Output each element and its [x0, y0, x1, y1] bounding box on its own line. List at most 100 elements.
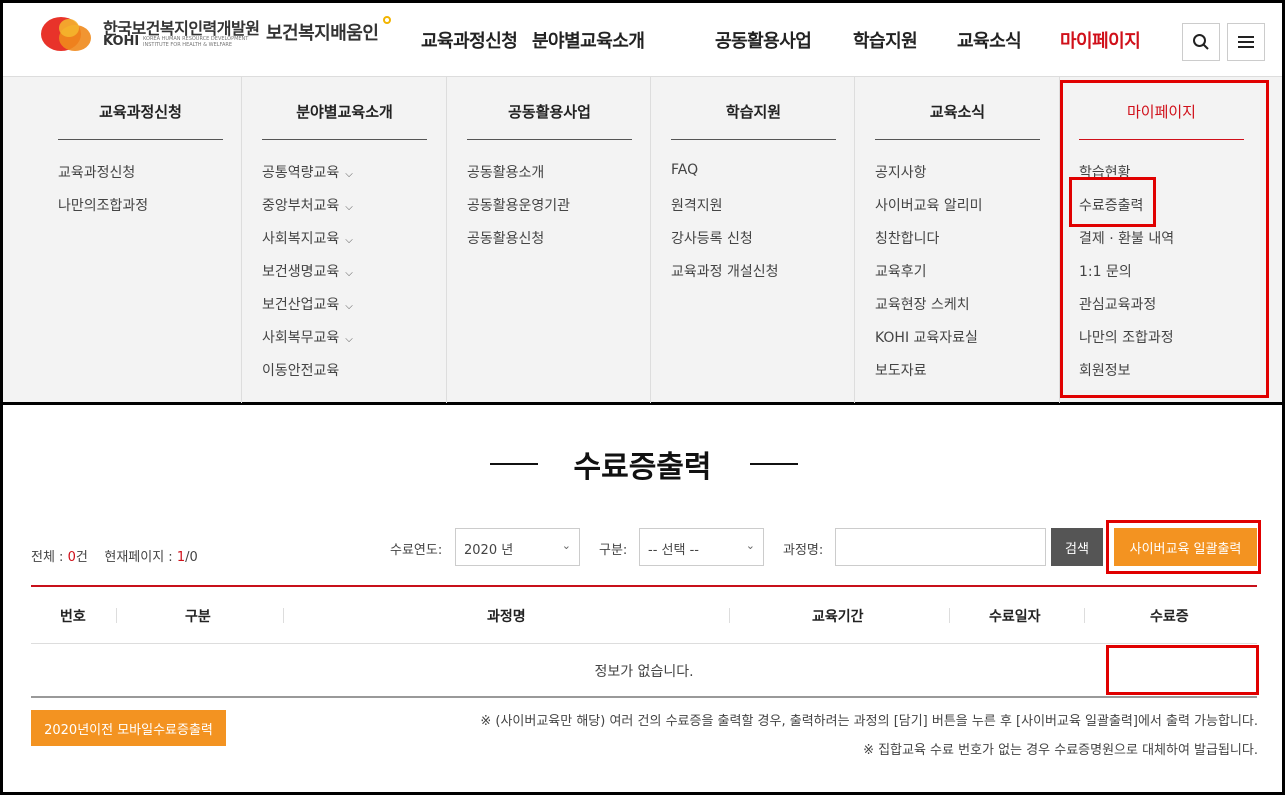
menu-item[interactable]: 나만의 조합과정 — [1079, 327, 1174, 347]
nav-mypage[interactable]: 마이페이지 — [1060, 27, 1141, 53]
menu-item[interactable]: 관심교육과정 — [1079, 294, 1156, 314]
summary-page-label: 현재페이지 : — [104, 550, 177, 565]
menu-item[interactable]: 공동활용신청 — [467, 228, 544, 248]
menu-item[interactable]: 칭찬합니다 — [875, 228, 939, 248]
search-icon — [1193, 34, 1209, 50]
menu-item-label: 중앙부처교육 — [262, 198, 340, 214]
menu-item[interactable]: 강사등록 신청 — [671, 228, 753, 248]
menu-column-course-apply: 교육과정신청 교육과정신청 나만의조합과정 — [3, 77, 242, 403]
menu-column-title[interactable]: 공동활용사업 — [467, 101, 632, 122]
menu-button[interactable] — [1227, 23, 1265, 61]
menu-item[interactable]: 학습현황 — [1079, 162, 1131, 182]
menu-column-title[interactable]: 학습지원 — [671, 101, 836, 122]
year-filter-label: 수료연도: — [390, 543, 443, 558]
summary-page-total: /0 — [185, 550, 198, 565]
nav-field-intro[interactable]: 분야별교육소개 — [532, 27, 645, 53]
menu-item[interactable]: 교육현장 스케치 — [875, 294, 970, 314]
table-header-number: 번호 — [60, 609, 86, 625]
menu-item[interactable]: 보도자료 — [875, 360, 927, 380]
menu-item[interactable]: 보건산업교육 ⌵ — [262, 294, 353, 314]
menu-item-label: 사회복무교육 — [262, 330, 340, 346]
menu-item[interactable]: 공동활용운영기관 — [467, 195, 570, 215]
title-line-right — [750, 463, 798, 465]
type-select-value: -- 선택 -- — [648, 543, 699, 558]
brand-dot-icon — [383, 16, 391, 24]
summary-total-label: 전체 : — [31, 550, 68, 565]
result-summary: 전체 : 0건 현재페이지 : 1/0 — [31, 546, 198, 565]
menu-item-certificate-print[interactable]: 수료증출력 — [1079, 195, 1143, 215]
menu-item[interactable]: 보건생명교육 ⌵ — [262, 261, 353, 281]
search-submit-button[interactable]: 검색 — [1051, 528, 1103, 566]
org-name-sub: KOREA HUMAN RESOURCE DEVELOPMENT INSTITU… — [143, 36, 249, 48]
menu-item[interactable]: FAQ — [671, 162, 698, 178]
bulk-print-button[interactable]: 사이버교육 일괄출력 — [1114, 528, 1257, 566]
chevron-down-icon: ⌵ — [345, 169, 353, 180]
menu-column-divider — [1079, 139, 1244, 140]
menu-item[interactable]: 결제 · 환불 내역 — [1079, 228, 1174, 248]
nav-joint-use[interactable]: 공동활용사업 — [715, 27, 812, 53]
brand-name[interactable]: 보건복지배움인 — [266, 19, 379, 45]
chevron-down-icon: ⌄ — [561, 539, 571, 552]
menu-item[interactable]: 회원정보 — [1079, 360, 1131, 380]
menu-column-divider — [467, 139, 632, 140]
menu-item[interactable]: 공지사항 — [875, 162, 927, 182]
summary-page-current: 1 — [176, 550, 186, 565]
nav-education-news[interactable]: 교육소식 — [957, 27, 1022, 53]
course-name-label: 과정명: — [783, 543, 824, 558]
summary-total-unit: 건 — [75, 550, 88, 565]
menu-column-mypage: 마이페이지 학습현황 수료증출력 결제 · 환불 내역 1:1 문의 관심교육과… — [1060, 77, 1282, 403]
nav-learning-support[interactable]: 학습지원 — [853, 27, 918, 53]
table-header-completion-date: 수료일자 — [989, 609, 1041, 625]
table-header-type: 구분 — [185, 609, 211, 625]
menu-column-field-intro: 분야별교육소개 공통역량교육 ⌵ 중앙부처교육 ⌵ 사회복지교육 ⌵ 보건생명교육 ⌵ … — [242, 77, 447, 403]
menu-column-divider — [875, 139, 1040, 140]
menu-column-learning-support: 학습지원 FAQ 원격지원 강사등록 신청 교육과정 개설신청 — [651, 77, 855, 403]
menu-item[interactable]: 공동활용소개 — [467, 162, 544, 182]
header-separator — [116, 608, 117, 623]
year-select[interactable]: 2020 년 ⌄ — [455, 528, 580, 566]
menu-column-title[interactable]: 마이페이지 — [1079, 101, 1244, 122]
menu-item[interactable]: 원격지원 — [671, 195, 723, 215]
note-offline-certificate: ※ 집합교육 수료 번호가 없는 경우 수료증명원으로 대체하여 발급됩니다. — [863, 743, 1258, 758]
chevron-down-icon: ⌵ — [345, 235, 353, 246]
menu-column-title[interactable]: 교육소식 — [875, 101, 1040, 122]
chevron-down-icon: ⌄ — [745, 539, 755, 552]
menu-item-label: 공통역량교육 — [262, 165, 340, 181]
mobile-certificate-print-button[interactable]: 2020년이전 모바일수료증출력 — [31, 710, 226, 746]
menu-item[interactable]: 교육과정 개설신청 — [671, 261, 779, 281]
menu-item[interactable]: 1:1 문의 — [1079, 261, 1132, 281]
menu-item-label: 사회복지교육 — [262, 231, 340, 247]
note-bulk-print: ※ (사이버교육만 해당) 여러 건의 수료증을 출력할 경우, 출력하려는 과… — [480, 714, 1258, 729]
chevron-down-icon: ⌵ — [345, 268, 353, 279]
table-header-course-name: 과정명 — [487, 609, 526, 625]
menu-item[interactable]: 사이버교육 알리미 — [875, 195, 983, 215]
mega-menu: 교육과정신청 교육과정신청 나만의조합과정 분야별교육소개 공통역량교육 ⌵ 중앙… — [3, 76, 1282, 403]
menu-item[interactable]: 교육후기 — [875, 261, 927, 281]
menu-column-divider — [262, 139, 427, 140]
empty-message: 정보가 없습니다. — [594, 664, 694, 680]
header-separator — [729, 608, 730, 623]
table-bottom-border — [31, 696, 1257, 698]
table-header-period: 교육기간 — [812, 609, 864, 625]
type-filter-label: 구분: — [599, 543, 628, 558]
menu-item[interactable]: 교육과정신청 — [58, 162, 135, 182]
menu-item[interactable]: KOHI 교육자료실 — [875, 327, 978, 347]
org-name-en[interactable]: KOHI — [103, 34, 139, 49]
header-separator — [283, 608, 284, 623]
menu-column-title[interactable]: 교육과정신청 — [58, 101, 223, 122]
nav-course-apply[interactable]: 교육과정신청 — [421, 27, 518, 53]
type-select[interactable]: -- 선택 -- ⌄ — [639, 528, 764, 566]
menu-item[interactable]: 중앙부처교육 ⌵ — [262, 195, 353, 215]
menu-column-title[interactable]: 분야별교육소개 — [262, 101, 427, 122]
menu-item[interactable]: 나만의조합과정 — [58, 195, 148, 215]
search-button[interactable] — [1182, 23, 1220, 61]
course-name-input[interactable] — [835, 528, 1046, 566]
kohi-logo-icon[interactable] — [39, 12, 99, 54]
menu-item[interactable]: 공통역량교육 ⌵ — [262, 162, 353, 182]
menu-item-label: 보건생명교육 — [262, 264, 340, 280]
menu-item[interactable]: 사회복지교육 ⌵ — [262, 228, 353, 248]
menu-column-divider — [671, 139, 836, 140]
menu-item[interactable]: 이동안전교육 — [262, 360, 339, 380]
menu-item[interactable]: 사회복무교육 ⌵ — [262, 327, 353, 347]
header-separator — [1084, 608, 1085, 623]
